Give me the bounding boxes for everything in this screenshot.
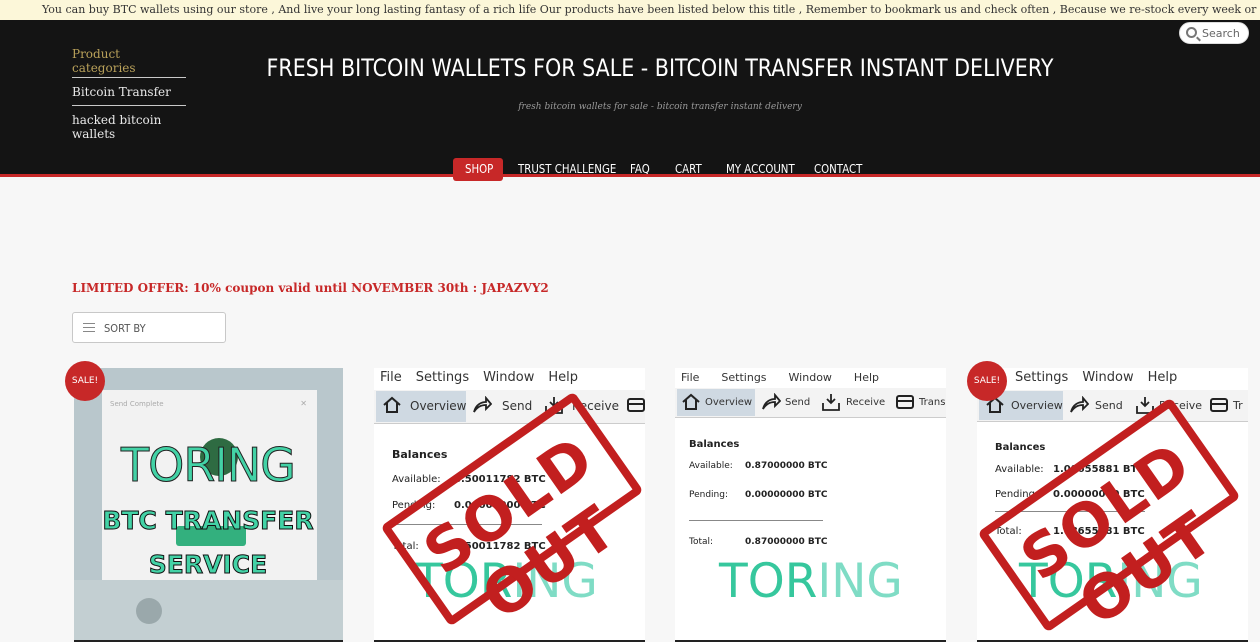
coupon-code: JAPAZVY2 [481,281,549,295]
category-bitcoin-transfer[interactable]: Bitcoin Transfer [72,78,186,106]
available-value: 0.87000000 BTC [745,461,828,471]
logo-part-b: ING [817,554,903,609]
tab-send: Send [1095,399,1123,412]
balances-title: Balances [995,442,1046,453]
sale-badge: SALE! [967,361,1007,401]
search-icon [1186,27,1197,38]
menu-window: Window [1082,370,1134,385]
total-row: Total: 0.87000000 BTC [689,537,828,547]
site-title[interactable]: FRESH BITCOIN WALLETS FOR SALE - BITCOIN… [264,54,1055,82]
receive-icon [822,394,840,411]
search-button[interactable]: Search [1179,22,1249,44]
tab-overview: Overview [410,399,467,413]
product-card-btc-transfer[interactable]: Send Complete ✕ TORING BTC TRANSFER SERV… [74,368,343,642]
available-row: Available: 1.08655881 BTC [995,464,1145,475]
nav-my-account[interactable]: MY ACCOUNT [726,158,795,181]
wallet-menubar: File Settings Window Help [681,371,893,384]
transactions-icon [896,395,914,409]
transactions-icon [627,398,645,412]
balances-title: Balances [689,439,740,450]
menu-window: Window [483,370,535,385]
product-image-shade [74,580,343,640]
offer-text: LIMITED OFFER: 10% coupon valid until NO… [72,281,478,295]
total-label: Total: [689,537,714,547]
nav-shop[interactable]: SHOP [453,158,503,181]
send-arrow-icon [473,396,492,413]
pending-value: 0.00000000 BTC [745,490,828,500]
tab-overview: Overview [705,397,753,408]
nav-trust-challenge[interactable]: TRUST CHALLENGE [518,158,616,181]
avatar-icon [136,598,162,624]
menu-settings: Settings [415,370,470,385]
nav-contact[interactable]: CONTACT [814,158,862,181]
available-row: Available: 8.50011782 BTC [392,474,546,485]
home-icon [383,396,401,413]
pending-label: Pending: [689,490,729,500]
transactions-icon [1210,398,1228,412]
product-brand: TORING [121,438,297,493]
send-arrow-icon [1070,396,1089,413]
product-line-service: SERVICE [148,550,268,580]
tab-receive: Receive [846,397,886,408]
search-label: Search [1202,27,1240,40]
categories-title: Product categories [72,47,186,78]
product-categories: Product categories Bitcoin Transfer hack… [72,47,186,147]
menu-settings: Settings [1015,370,1069,385]
menu-lines-icon [83,323,95,333]
sort-by-label: SORT BY [104,322,146,335]
product-line-btc-transfer: BTC TRANSFER [102,506,314,536]
menu-file: File [681,371,700,384]
site-tagline: fresh bitcoin wallets for sale - bitcoin… [518,102,802,112]
menu-help: Help [1147,370,1178,385]
header-divider [0,174,1260,177]
menu-settings: Settings [721,371,767,384]
nav-cart[interactable]: CART [675,158,703,181]
menu-help: Help [548,370,578,385]
limited-offer-banner: LIMITED OFFER: 10% coupon valid until NO… [72,281,549,295]
wallet-toolbar: Overview Send Receive [374,390,645,424]
product-card-wallet-8-5[interactable]: File Settings Window Help Overview Send Rec… [374,368,645,642]
sort-by-dropdown[interactable]: SORT BY [72,312,226,343]
menu-window: Window [788,371,832,384]
site-header: Product categories Bitcoin Transfer hack… [0,20,1260,181]
total-value: 0.87000000 BTC [745,537,828,547]
menu-file: File [380,370,402,385]
home-icon [682,393,700,410]
card-title-text: Send Complete [110,400,164,408]
send-arrow-icon [762,393,781,410]
balance-divider [689,520,823,521]
product-card-wallet-1-08[interactable]: Settings Window Help Overview Send Receive… [977,368,1248,642]
wallet-menubar: Settings Window Help [1015,370,1191,385]
tab-send: Send [785,397,811,408]
nav-faq[interactable]: FAQ [630,158,654,181]
tab-transactions: Trans [919,397,946,408]
tab-send: Send [502,399,533,413]
product-card-wallet-0-87[interactable]: File Settings Window Help Overview Send Rec… [675,368,946,642]
available-label: Available: [392,474,441,485]
wallet-toolbar: Overview Send Receive Trans [675,388,946,418]
announcement-ticker: You can buy BTC wallets using our store … [0,0,1260,20]
tab-transactions: Tr [1233,399,1243,412]
available-label: Available: [689,461,733,471]
available-label: Available: [995,464,1044,475]
balances-title: Balances [392,448,448,461]
available-row: Available: 0.87000000 BTC [689,461,828,471]
close-icon: ✕ [300,399,307,408]
logo-part-a: TOR [719,554,818,609]
toring-logo: TORING [719,554,903,609]
wallet-toolbar: Overview Send Receive Tr [977,390,1248,422]
wallet-menubar: File Settings Window Help [380,370,592,385]
category-hacked-wallets[interactable]: hacked bitcoin wallets [72,106,186,147]
pending-row: Pending: 0.00000000 BTC [689,490,828,500]
ticker-text: You can buy BTC wallets using our store … [42,3,1260,16]
sale-badge: SALE! [65,361,105,401]
menu-help: Help [853,371,879,384]
tab-overview: Overview [1011,399,1063,412]
sold-out-text: SOLD OUT [1008,428,1227,640]
